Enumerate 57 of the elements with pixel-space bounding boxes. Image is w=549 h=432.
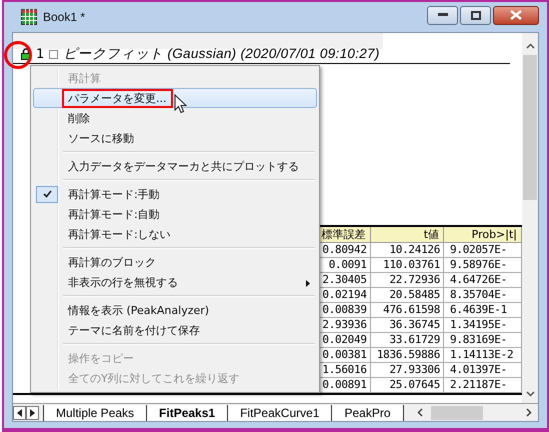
close-button[interactable] bbox=[493, 6, 539, 24]
scrollbar-thumb[interactable] bbox=[430, 406, 482, 420]
right-triangle-icon bbox=[30, 408, 35, 416]
grid-icon bbox=[21, 9, 37, 25]
sheet-tab[interactable]: FitPeakCurve1 bbox=[227, 404, 332, 420]
row-number: 1 bbox=[36, 46, 44, 62]
minimize-icon bbox=[438, 13, 448, 17]
scroll-right-icon[interactable] bbox=[526, 408, 532, 417]
sheet-tab[interactable]: Multiple Peaks bbox=[43, 404, 148, 420]
collapse-toggle[interactable] bbox=[49, 50, 58, 58]
table-cell: 10.24126 bbox=[370, 242, 444, 258]
menu-item[interactable]: パラメータを変更... bbox=[33, 88, 317, 108]
scroll-left-icon[interactable] bbox=[416, 408, 422, 417]
table-cell: 36.36745 bbox=[370, 318, 444, 332]
table-cell: 20.58485 bbox=[370, 288, 444, 302]
table-cell: 1836.59886 bbox=[370, 348, 444, 362]
maximize-icon bbox=[470, 10, 480, 20]
table-cell: 8.35704E- bbox=[444, 288, 522, 302]
lock-icon[interactable] bbox=[21, 48, 31, 60]
close-icon bbox=[510, 10, 522, 20]
previous-sheet-button[interactable] bbox=[13, 406, 26, 420]
menu-item[interactable]: 再計算モード:手動 bbox=[33, 184, 317, 204]
scrollbar-thumb[interactable] bbox=[523, 55, 537, 200]
sheet-tab[interactable]: FitPeaks1 bbox=[146, 404, 228, 420]
table-cell: 2.21187E- bbox=[444, 378, 522, 392]
column-header[interactable]: t値 bbox=[370, 226, 444, 242]
section-title: ピークフィット (Gaussian) (2020/07/01 09:10:27) bbox=[63, 45, 380, 63]
table-cell: 1.14113E-2 bbox=[444, 348, 522, 362]
table-cell: 27.93306 bbox=[370, 362, 444, 378]
table-cell: 6.4639E-1 bbox=[444, 302, 522, 318]
window-title: Book1 * bbox=[43, 10, 86, 24]
menu-item[interactable]: 再計算モード:自動 bbox=[33, 204, 317, 224]
maximize-button[interactable] bbox=[460, 6, 491, 24]
table-cell: 25.07645 bbox=[370, 378, 444, 392]
menu-item[interactable]: 削除 bbox=[33, 108, 317, 128]
scroll-up-icon[interactable] bbox=[526, 43, 534, 49]
table-cell: 9.83169E- bbox=[444, 332, 522, 348]
scroll-down-icon[interactable] bbox=[526, 391, 534, 397]
table-cell: 476.61598 bbox=[370, 302, 444, 318]
vertical-scrollbar[interactable] bbox=[522, 33, 538, 403]
column-header[interactable]: Prob>|t| bbox=[444, 226, 522, 242]
minimize-button[interactable] bbox=[427, 6, 458, 24]
sheet-tab[interactable]: PeakPro bbox=[331, 404, 404, 420]
mouse-pointer-icon bbox=[174, 94, 187, 114]
table-cell: 4.01397E- bbox=[444, 362, 522, 378]
table-cell: 9.02057E- bbox=[444, 242, 522, 258]
menu-item[interactable]: 入力データをデータマーカと共にプロットする bbox=[33, 156, 317, 176]
table-cell: 110.03761 bbox=[370, 258, 444, 272]
table-cell: 22.72936 bbox=[370, 272, 444, 288]
table-cell: 9.58976E- bbox=[444, 258, 522, 272]
table-cell: 4.64726E- bbox=[444, 272, 522, 288]
table-cell: 33.61729 bbox=[370, 332, 444, 348]
menu-item[interactable]: ソースに移動 bbox=[33, 128, 317, 148]
left-triangle-icon bbox=[17, 408, 22, 416]
highlight-circle bbox=[4, 41, 32, 69]
table-cell: 1.34195E- bbox=[444, 318, 522, 332]
next-sheet-button[interactable] bbox=[26, 406, 39, 420]
